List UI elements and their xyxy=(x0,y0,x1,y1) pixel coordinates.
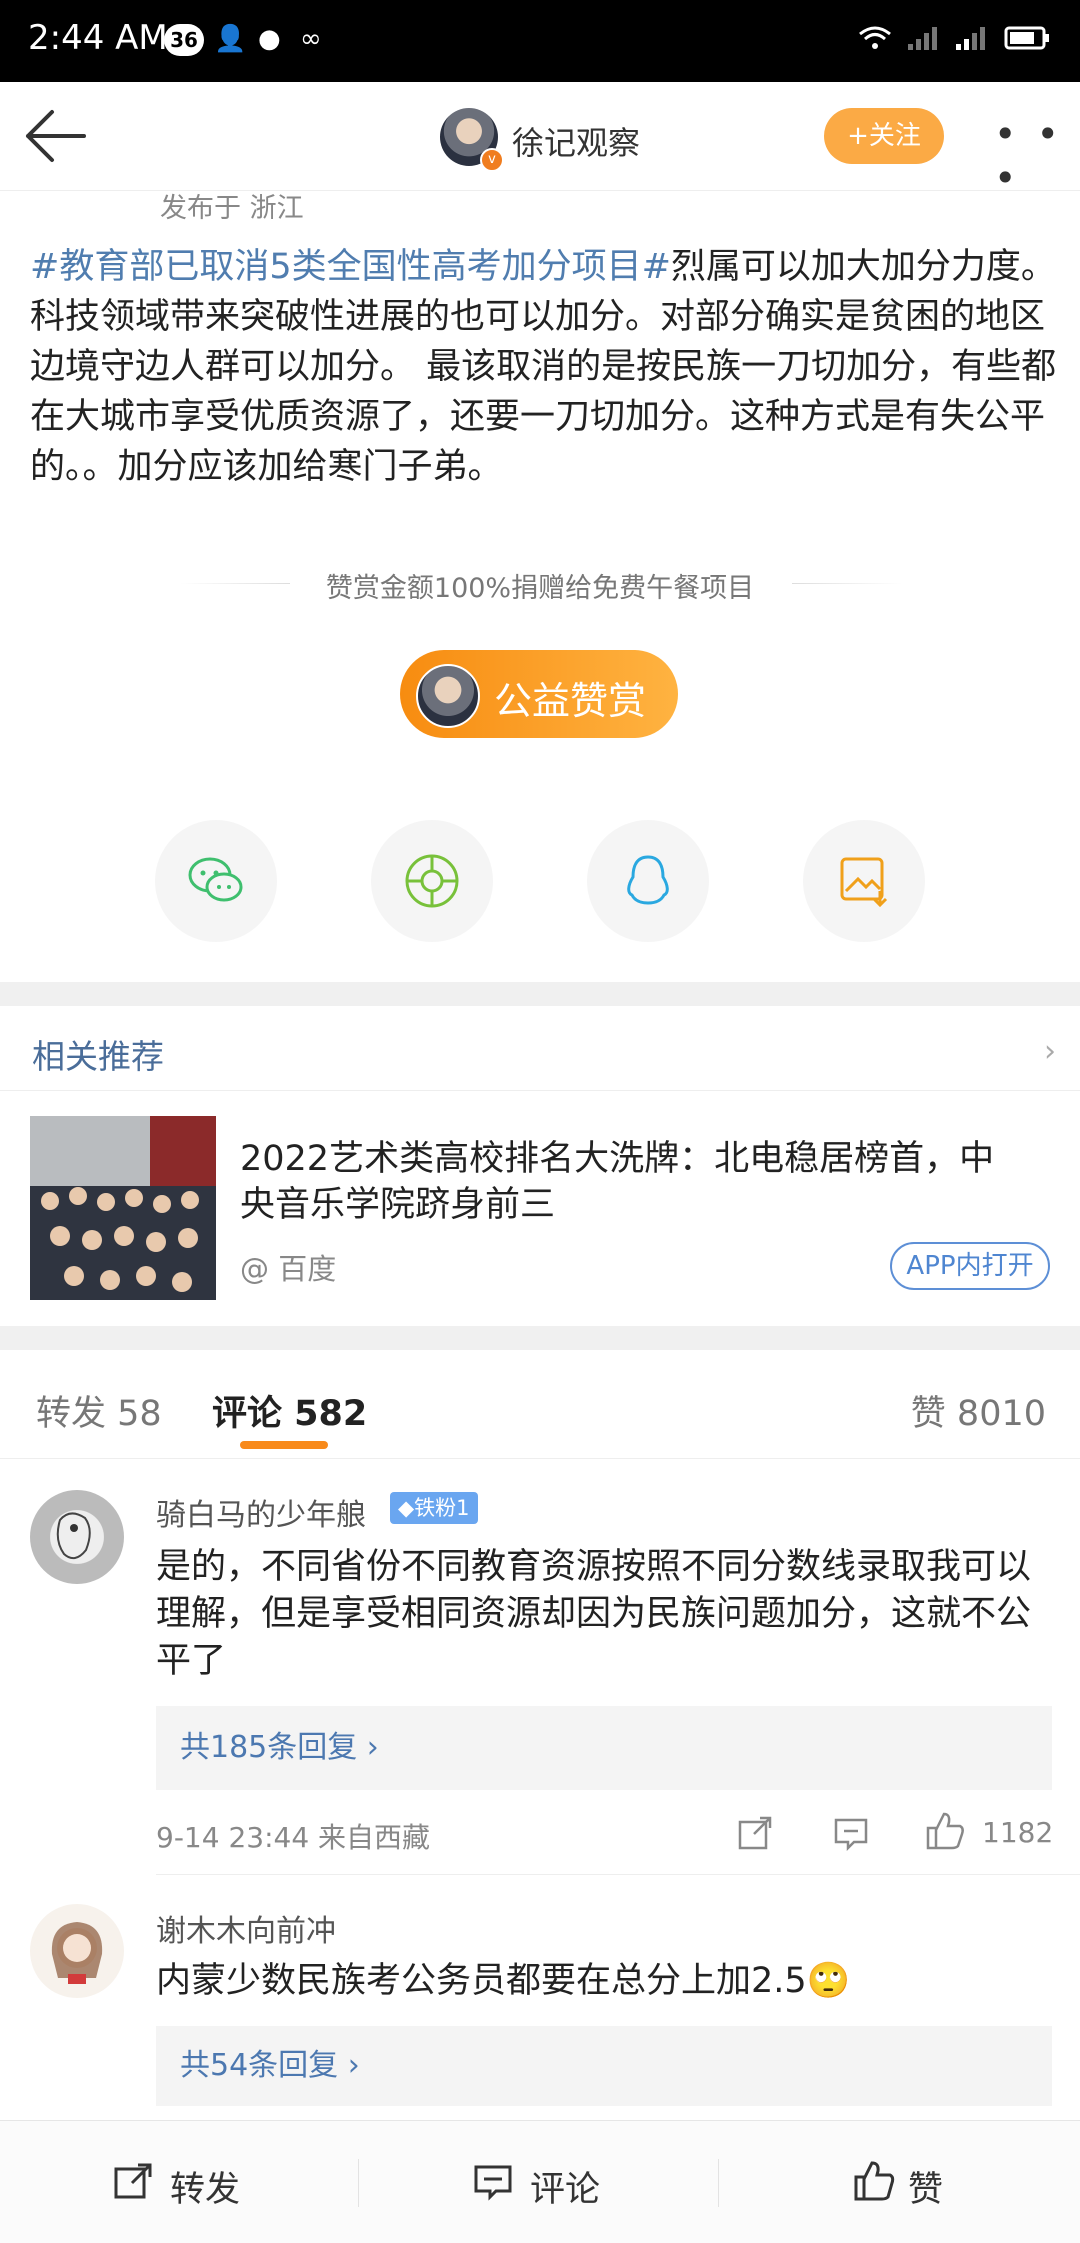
bottom-repost-icon[interactable] xyxy=(112,2161,154,2207)
bottom-like-icon[interactable] xyxy=(852,2159,896,2207)
battery-icon xyxy=(1004,24,1052,59)
bottom-separator-1 xyxy=(358,2159,359,2207)
signal-icon-1 xyxy=(906,24,940,59)
chevron-right-icon[interactable]: › xyxy=(1044,1034,1056,1069)
section-divider xyxy=(0,982,1080,1006)
comment-divider xyxy=(156,1874,1080,1875)
save-image-button[interactable] xyxy=(803,820,925,942)
comment-replies-link-2[interactable]: 共54条回复 › xyxy=(156,2026,1052,2106)
wechat-share-button[interactable] xyxy=(155,820,277,942)
follow-button[interactable]: +关注 xyxy=(824,108,944,164)
like-icon[interactable] xyxy=(924,1810,966,1856)
author-name[interactable]: 徐记观察 xyxy=(512,118,640,164)
published-location: 发布于 浙江 xyxy=(160,193,304,224)
reward-button-label: 公益赞赏 xyxy=(494,679,647,723)
verified-badge-icon: v xyxy=(480,148,504,172)
moments-icon xyxy=(405,854,459,908)
fan-badge-label: 铁粉1 xyxy=(414,1496,470,1520)
comment-author-2[interactable]: 谢木木向前冲 xyxy=(156,1906,336,1950)
comment-replies-link[interactable]: 共185条回复 › xyxy=(156,1706,1052,1790)
section-line xyxy=(0,1090,1080,1091)
section-divider-2 xyxy=(0,1326,1080,1350)
comment-author[interactable]: 骑白马的少年艆 xyxy=(156,1490,366,1534)
recommend-thumbnail[interactable] xyxy=(30,1116,216,1300)
bottom-repost-button[interactable]: 转发 xyxy=(170,2161,240,2212)
comment-avatar-2[interactable] xyxy=(30,1904,124,1998)
contacts-icon: 👤 xyxy=(214,24,247,54)
wifi-icon xyxy=(858,24,892,59)
recommend-title[interactable]: 2022艺术类高校排名大洗牌：北电稳居榜首，中央音乐学院跻身前三 xyxy=(240,1136,1020,1228)
post-hashtag[interactable]: #教育部已取消5类全国性高考加分项目# xyxy=(30,247,671,287)
recommend-source: @ 百度 xyxy=(240,1252,337,1286)
save-image-icon xyxy=(840,857,888,908)
bottom-action-bar: 转发 评论 赞 xyxy=(0,2120,1080,2243)
comment-avatar[interactable] xyxy=(30,1490,124,1584)
charity-reward-button[interactable]: 公益赞赏 xyxy=(400,650,678,738)
bottom-comment-icon[interactable] xyxy=(472,2161,514,2207)
moments-share-button[interactable] xyxy=(371,820,493,942)
comment-text-2: 内蒙少数民族考公务员都要在总分上加2.5🙄 xyxy=(156,1961,851,2001)
comment-text: 是的，不同省份不同教育资源按照不同分数线录取我可以理解，但是享受相同资源却因为民… xyxy=(156,1547,1032,1681)
post-body: #教育部已取消5类全国性高考加分项目#烈属可以加大加分力度。科技领域带来突破性进… xyxy=(30,242,1060,492)
signal-icon-2 xyxy=(954,24,988,59)
qq-share-button[interactable] xyxy=(587,820,709,942)
reward-divider-right xyxy=(792,583,902,584)
notification-count-badge: 36 xyxy=(164,24,204,56)
wechat-icon xyxy=(188,857,243,902)
tab-like[interactable]: 赞 8010 xyxy=(911,1385,1046,1436)
like-count: 1182 xyxy=(982,1816,1054,1849)
alert-icon: ● xyxy=(258,24,281,54)
tab-repost[interactable]: 转发 58 xyxy=(36,1385,162,1436)
fan-badge: ◆铁粉1 xyxy=(390,1492,478,1524)
related-section-title: 相关推荐 xyxy=(32,1037,164,1076)
link-icon: ∞ xyxy=(300,24,322,54)
back-arrow-icon[interactable] xyxy=(20,104,90,168)
bottom-comment-button[interactable]: 评论 xyxy=(530,2161,600,2212)
top-nav: v 徐记观察 +关注 • • • xyxy=(0,82,1080,200)
open-in-app-button[interactable]: APP内打开 xyxy=(890,1242,1050,1290)
bottom-like-button[interactable]: 赞 xyxy=(908,2161,943,2212)
bottom-separator-2 xyxy=(718,2159,719,2207)
repost-icon[interactable] xyxy=(736,1814,774,1856)
comment-icon[interactable] xyxy=(832,1814,870,1856)
reward-note: 赞赏金额100%捐赠给免费午餐项目 xyxy=(325,573,755,604)
tab-comment[interactable]: 评论 582 xyxy=(212,1385,367,1436)
reward-avatar xyxy=(416,664,480,728)
active-tab-indicator xyxy=(240,1441,328,1449)
diamond-icon: ◆ xyxy=(398,1496,415,1520)
status-bar: 2:44 AM 36 👤 ● ∞ xyxy=(0,0,1080,82)
more-icon[interactable]: • • • xyxy=(994,112,1080,200)
tabs-underline xyxy=(0,1458,1080,1459)
comment-meta: 9-14 23:44 来自西藏 xyxy=(156,1821,431,1854)
qq-icon xyxy=(627,855,669,905)
status-time: 2:44 AM xyxy=(28,18,168,58)
